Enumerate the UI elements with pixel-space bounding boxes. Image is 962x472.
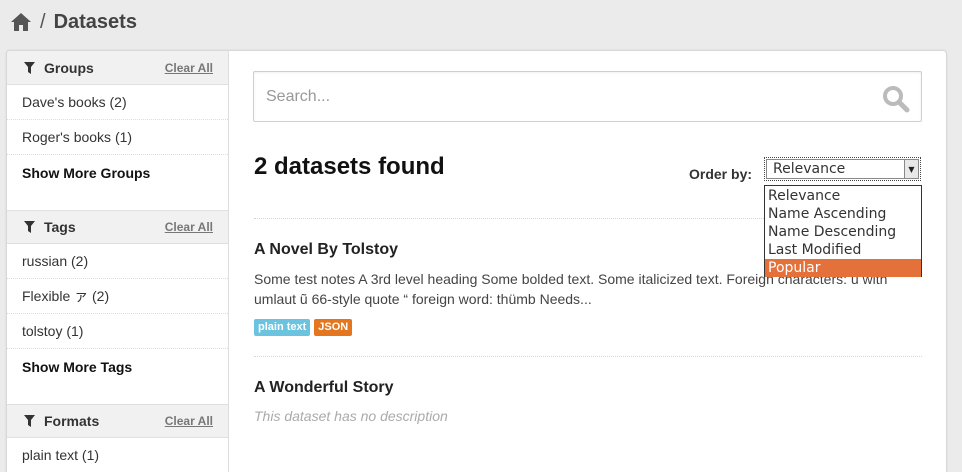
clear-all-formats-link[interactable]: Clear All (165, 414, 213, 428)
facet-title-tags: Tags (44, 219, 76, 235)
order-option-relevance[interactable]: Relevance (765, 187, 921, 205)
facet-item-rogers-books[interactable]: Roger's books (1) (7, 120, 228, 155)
order-by-label: Order by: (689, 166, 753, 182)
clear-all-groups-link[interactable]: Clear All (165, 61, 213, 75)
search-box (253, 71, 922, 122)
clear-all-tags-link[interactable]: Clear All (165, 220, 213, 234)
facet-item-flexible[interactable]: Flexible ァ (2) (7, 279, 228, 314)
facet-header-tags: Tags Clear All (7, 210, 228, 244)
show-more-groups-link[interactable]: Show More Groups (7, 155, 228, 190)
breadcrumb-separator: / (40, 10, 46, 33)
chevron-down-icon[interactable]: ▼ (904, 160, 918, 178)
facet-header-groups: Groups Clear All (7, 51, 228, 85)
facet-item-tolstoy[interactable]: tolstoy (1) (7, 314, 228, 349)
results-count: 2 datasets found (254, 153, 445, 180)
filter-icon (24, 415, 35, 427)
facet-item-plain-text[interactable]: plain text (1) (7, 438, 228, 472)
filter-icon (24, 61, 35, 74)
facet-title-groups: Groups (44, 59, 94, 76)
home-icon[interactable] (10, 12, 32, 32)
format-tags: plain text JSON (254, 319, 353, 336)
show-more-tags-link[interactable]: Show More Tags (7, 349, 228, 384)
order-by-selected-value: Relevance (773, 161, 846, 177)
facet-item-daves-books[interactable]: Dave's books (2) (7, 85, 228, 120)
order-option-name-descending[interactable]: Name Descending (765, 223, 921, 241)
order-option-popular[interactable]: Popular (765, 259, 921, 277)
facet-header-formats: Formats Clear All (7, 404, 228, 438)
divider (254, 356, 922, 357)
search-icon[interactable] (882, 85, 910, 113)
format-tag-plain-text[interactable]: plain text (254, 319, 311, 336)
main-panel: Groups Clear All Dave's books (2) Roger'… (6, 50, 947, 472)
search-input[interactable] (266, 87, 866, 106)
facet-title-formats: Formats (44, 413, 100, 429)
filter-icon (24, 221, 35, 233)
dataset-title-wonderful-story[interactable]: A Wonderful Story (254, 379, 394, 397)
order-option-name-ascending[interactable]: Name Ascending (765, 205, 921, 223)
breadcrumb: / Datasets (10, 8, 137, 36)
order-option-last-modified[interactable]: Last Modified (765, 241, 921, 259)
format-tag-json[interactable]: JSON (314, 319, 353, 336)
page-title[interactable]: Datasets (54, 11, 137, 34)
dataset-no-description: This dataset has no description (254, 408, 448, 424)
order-by-dropdown: Relevance Name Ascending Name Descending… (764, 185, 922, 277)
sidebar: Groups Clear All Dave's books (2) Roger'… (7, 51, 229, 472)
dataset-title-novel-by-tolstoy[interactable]: A Novel By Tolstoy (254, 241, 398, 259)
facet-item-russian[interactable]: russian (2) (7, 244, 228, 279)
order-by-select[interactable]: Relevance ▼ (764, 157, 921, 181)
